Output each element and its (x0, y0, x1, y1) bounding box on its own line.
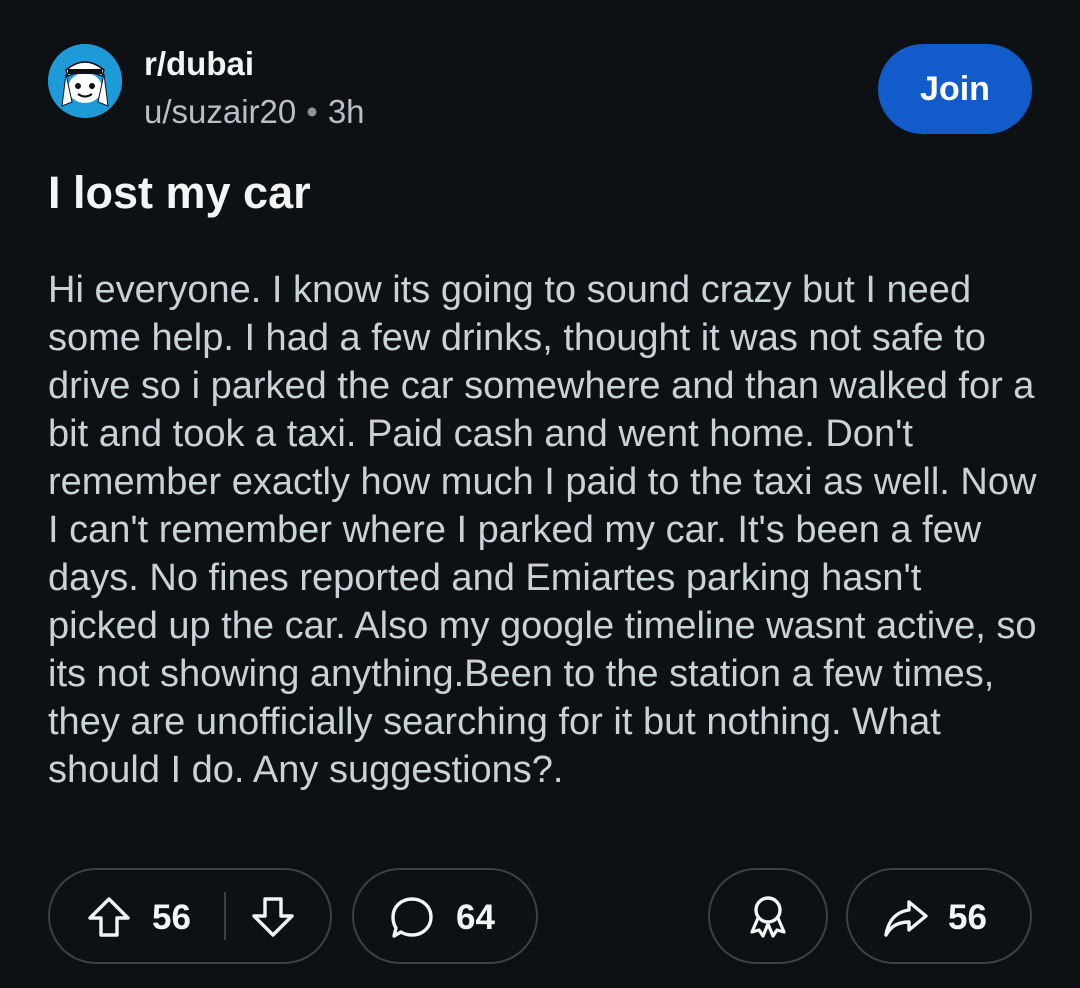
author-name[interactable]: u/suzair20 (144, 93, 296, 130)
share-arrow-icon (882, 894, 930, 942)
meta-separator: • (306, 93, 318, 130)
post-action-bar: 56 64 56 (48, 868, 1032, 966)
author-line: u/suzair20 • 3h (144, 90, 365, 134)
speech-bubble-icon (388, 894, 436, 942)
post-age: 3h (327, 93, 365, 130)
post-body: Hi everyone. I know its going to sound c… (48, 269, 1037, 791)
upvote-button[interactable] (86, 894, 132, 940)
share-button[interactable]: 56 (846, 868, 1032, 964)
vote-control: 56 (48, 868, 332, 964)
vote-divider (224, 892, 226, 940)
subreddit-snoo-icon (48, 44, 122, 118)
arrow-up-icon (88, 897, 130, 937)
subreddit-name[interactable]: r/dubai (144, 44, 365, 84)
share-count: 56 (948, 898, 987, 937)
post-header: r/dubai u/suzair20 • 3h Join (48, 44, 1032, 134)
award-button[interactable] (708, 868, 828, 964)
post-meta: r/dubai u/suzair20 • 3h (144, 44, 365, 134)
comment-count: 64 (456, 898, 495, 937)
subreddit-avatar[interactable] (48, 44, 122, 118)
upvote-count: 56 (152, 898, 191, 937)
award-ribbon-icon (744, 892, 792, 940)
downvote-button[interactable] (250, 894, 296, 940)
post-title[interactable]: I lost my car (48, 162, 311, 224)
comments-button[interactable]: 64 (352, 868, 538, 964)
join-button[interactable]: Join (878, 44, 1032, 134)
arrow-down-icon (252, 897, 294, 937)
